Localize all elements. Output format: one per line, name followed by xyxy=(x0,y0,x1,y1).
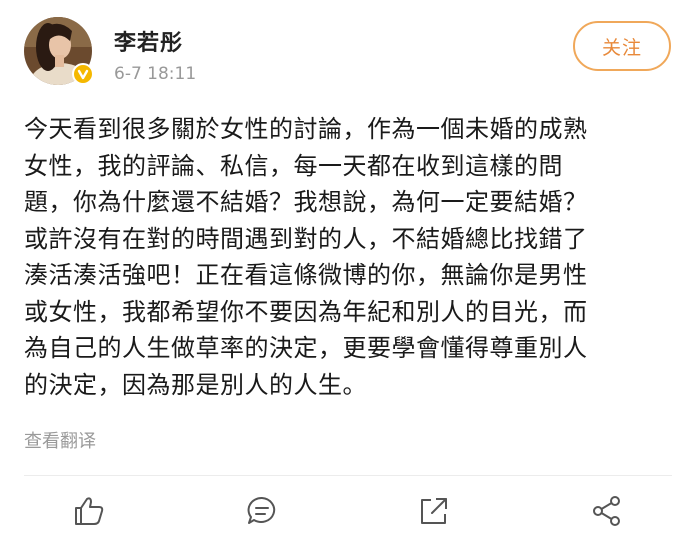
post-text-line: 的決定，因為那是別人的人生。 xyxy=(24,370,367,399)
author-name[interactable]: 李若彤 xyxy=(114,25,183,57)
thumbs-up-icon xyxy=(75,497,104,525)
comment-button[interactable] xyxy=(245,494,279,528)
post-text: 今天看到很多關於女性的討論，作為一個未婚的成熟 女性，我的評論、私信，每一天都在… xyxy=(24,111,672,403)
repost-icon xyxy=(421,498,447,524)
follow-button[interactable]: 关注 xyxy=(573,21,671,71)
post-text-line: 或許沒有在對的時間遇到對的人，不結婚總比找錯了 xyxy=(24,224,588,253)
post-text-line: 題，你為什麼還不結婚？我想說，為何一定要結婚？ xyxy=(24,188,588,216)
share-button[interactable] xyxy=(590,494,624,528)
post-text-line: 或女性，我都希望你不要因為年紀和別人的目光，而 xyxy=(24,297,588,326)
comment-icon xyxy=(247,496,276,524)
translate-link[interactable]: 查看翻译 xyxy=(24,427,96,453)
post-text-line: 為自己的人生做草率的決定，更要學會懂得尊重別人 xyxy=(24,334,588,362)
post-text-line: 今天看到很多關於女性的討論，作為一個未婚的成熟 xyxy=(24,115,588,143)
post-text-line: 女性，我的評論、私信，每一天都在收到這樣的問 xyxy=(24,151,563,180)
post-timestamp: 6-7 18:11 xyxy=(114,64,197,84)
like-button[interactable] xyxy=(72,494,106,528)
post-text-line: 湊活湊活強吧！正在看這條微博的你，無論你是男性 xyxy=(24,261,588,289)
repost-button[interactable] xyxy=(417,494,451,528)
divider xyxy=(24,475,672,476)
share-icon xyxy=(593,496,620,526)
verified-badge-icon xyxy=(72,63,94,85)
